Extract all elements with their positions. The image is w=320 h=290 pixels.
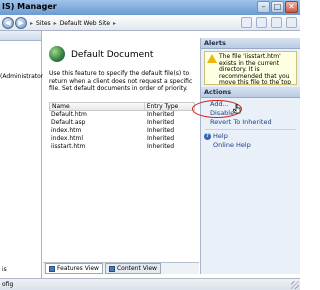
row-entry-type: Inherited xyxy=(147,119,175,126)
feature-pane: Default Document Use this feature to spe… xyxy=(43,38,199,262)
maximize-button[interactable]: □ xyxy=(271,1,284,13)
row-entry-type: Inherited xyxy=(147,127,175,134)
breadcrumb: ▸ Sites ▸ Default Web Site ▸ xyxy=(30,18,116,28)
view-tabs: Features View Content View xyxy=(43,262,199,274)
page-title: Default Document xyxy=(71,50,154,60)
address-tools xyxy=(241,17,297,28)
breadcrumb-default-web-site[interactable]: Default Web Site xyxy=(60,20,110,27)
status-bar: ofig xyxy=(0,278,300,290)
column-header-name[interactable]: Name xyxy=(50,103,145,110)
back-arrow-icon[interactable]: ◀ xyxy=(2,17,14,29)
row-name: Default.asp xyxy=(51,119,86,126)
breadcrumb-separator-icon: ▸ xyxy=(113,19,117,27)
connection-node[interactable]: (Administrator) xyxy=(0,73,46,80)
actions-pane: Alerts The file 'iisstart.htm' exists in… xyxy=(200,38,300,274)
row-entry-type: Inherited xyxy=(147,111,175,118)
column-header-entry-type[interactable]: Entry Type xyxy=(145,103,194,110)
online-help-link[interactable]: Online Help xyxy=(201,141,300,150)
table-row[interactable]: iisstart.htm Inherited xyxy=(49,143,195,151)
actions-header: Actions xyxy=(201,87,300,98)
help-link[interactable]: ? Help xyxy=(201,132,300,141)
row-name: Default.htm xyxy=(51,111,87,118)
row-entry-type: Inherited xyxy=(147,143,175,150)
table-row[interactable]: index.html Inherited xyxy=(49,135,195,143)
minimize-button[interactable]: – xyxy=(257,1,270,13)
row-name: iisstart.htm xyxy=(51,143,86,150)
close-button[interactable]: ✕ xyxy=(285,1,298,13)
home-icon[interactable] xyxy=(271,17,282,28)
resize-grip-icon[interactable] xyxy=(291,281,299,289)
refresh-icon[interactable] xyxy=(241,17,252,28)
table-header: Name Entry Type xyxy=(49,102,195,111)
window-title: IS) Manager xyxy=(2,2,57,11)
connections-pane: (Administrator) is xyxy=(0,31,46,278)
connections-header xyxy=(0,31,41,41)
features-view-icon xyxy=(49,265,55,272)
breadcrumb-separator-icon: ▸ xyxy=(30,19,34,27)
tab-features-view-label: Features View xyxy=(57,265,99,272)
actions-divider xyxy=(205,129,296,130)
alerts-header: Alerts xyxy=(201,38,300,49)
address-bar: ◀ ▶ ▸ Sites ▸ Default Web Site ▸ xyxy=(0,15,300,31)
connection-bottom-label: is xyxy=(2,266,7,273)
table-row[interactable]: Default.asp Inherited xyxy=(49,119,195,127)
title-bar: IS) Manager – □ ✕ xyxy=(0,0,300,15)
forward-arrow-icon[interactable]: ▶ xyxy=(15,17,27,29)
alert-text: The file 'iisstart.htm' exists in the cu… xyxy=(219,53,292,85)
stop-icon[interactable] xyxy=(256,17,267,28)
help-link-label: Help xyxy=(213,132,228,140)
default-documents-table: Name Entry Type Default.htm Inherited De… xyxy=(49,102,195,151)
row-entry-type: Inherited xyxy=(147,135,175,142)
globe-document-icon xyxy=(49,46,65,62)
window-controls: – □ ✕ xyxy=(257,1,298,13)
help-icon[interactable] xyxy=(286,17,297,28)
alert-message: The file 'iisstart.htm' exists in the cu… xyxy=(204,51,297,85)
content-view-icon xyxy=(108,265,115,272)
breadcrumb-separator-icon: ▸ xyxy=(53,19,57,27)
table-row[interactable]: Default.htm Inherited xyxy=(49,111,195,119)
revert-to-inherited-link[interactable]: Revert To Inherited xyxy=(201,118,300,127)
row-name: index.html xyxy=(51,135,83,142)
table-row[interactable]: index.htm Inherited xyxy=(49,127,195,135)
help-circle-icon: ? xyxy=(204,133,211,140)
feature-description: Use this feature to specify the default … xyxy=(49,70,193,92)
status-text: ofig xyxy=(2,281,14,288)
warning-icon xyxy=(207,54,217,63)
breadcrumb-sites[interactable]: Sites xyxy=(36,20,51,27)
tab-content-view[interactable]: Content View xyxy=(104,263,161,274)
row-name: index.htm xyxy=(51,127,82,134)
hand-cursor-icon xyxy=(233,104,241,114)
tab-content-view-label: Content View xyxy=(116,265,157,272)
tab-features-view[interactable]: Features View xyxy=(45,263,103,274)
